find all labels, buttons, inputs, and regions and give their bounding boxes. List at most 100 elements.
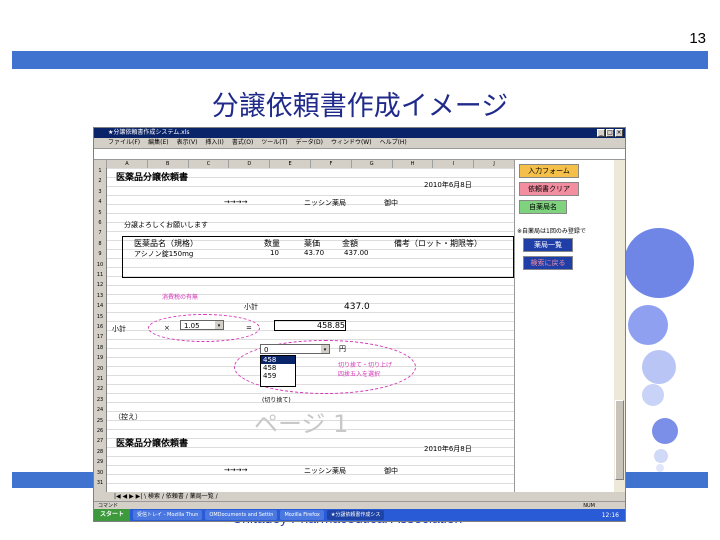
arrow-2: →→→→ <box>224 466 248 474</box>
decor-circle <box>652 418 678 444</box>
row-header[interactable]: 15 <box>94 314 106 320</box>
maximize-button[interactable]: □ <box>606 129 614 137</box>
item-amount[interactable]: 437.00 <box>344 249 369 257</box>
pharmacy-name: ニッシン薬局 <box>304 199 346 207</box>
row-header[interactable]: 14 <box>94 303 106 309</box>
rounding-options-list: 458 458 459 <box>260 355 296 387</box>
close-button[interactable]: × <box>615 129 623 137</box>
sheet-tabs[interactable]: |◀ ◀ ▶ ▶| \ 検索 / 依頼書 / 薬局一覧 / <box>94 492 625 501</box>
decor-circle <box>656 464 664 472</box>
row-header[interactable]: 26 <box>94 428 106 434</box>
row-header[interactable]: 8 <box>94 241 106 247</box>
header-note: 備考（ロット・期限等） <box>394 239 482 248</box>
rounding-note-2: 四捨五入を選択 <box>338 371 381 378</box>
date: 2010年6月8日 <box>424 181 472 189</box>
col-header[interactable]: D <box>228 160 269 168</box>
row-header[interactable]: 25 <box>94 418 106 424</box>
menu-data[interactable]: データ(D) <box>296 138 323 148</box>
row-header[interactable]: 5 <box>94 210 106 216</box>
start-button[interactable]: スタート <box>94 509 131 521</box>
item-qty[interactable]: 10 <box>270 249 279 257</box>
row-header[interactable]: 21 <box>94 376 106 382</box>
menu-view[interactable]: 表示(V) <box>177 138 198 148</box>
taskbar: スタート 受信トレイ - Mozilla Thun OMDocuments an… <box>94 509 625 521</box>
col-header[interactable]: E <box>269 160 310 168</box>
page-watermark: ページ 1 <box>254 410 349 438</box>
taskbar-item[interactable]: ★分譲依頼書作成シス <box>326 510 385 520</box>
taskbar-item[interactable]: 受信トレイ - Mozilla Thun <box>133 510 203 520</box>
col-header[interactable]: A <box>106 160 147 168</box>
row-header[interactable]: 9 <box>94 251 106 257</box>
row-header[interactable]: 10 <box>94 262 106 268</box>
chevron-down-icon[interactable]: ▾ <box>215 321 223 329</box>
panel-note: ※自薬局は1回のみ登録で <box>517 228 586 235</box>
menu-tools[interactable]: ツール(T) <box>261 138 287 148</box>
equals-sign: = <box>246 324 252 332</box>
row-header[interactable]: 22 <box>94 386 106 392</box>
col-header[interactable]: F <box>309 160 351 168</box>
formula-bar[interactable] <box>94 148 625 160</box>
row-header[interactable]: 11 <box>94 272 106 278</box>
decor-circle <box>654 449 668 463</box>
request-text: 分譲よろしくお願いします <box>124 221 208 229</box>
row-header[interactable]: 20 <box>94 366 106 372</box>
back-to-search-button[interactable]: 検索に戻る <box>523 256 573 270</box>
row-header[interactable]: 13 <box>94 293 106 299</box>
rounding-option[interactable]: 458 <box>261 364 295 372</box>
clear-button[interactable]: 依頼書クリア <box>519 182 579 196</box>
tax-rate-select[interactable]: 1.05 ▾ <box>180 320 224 330</box>
corner-cell[interactable] <box>94 160 106 168</box>
row-header[interactable]: 16 <box>94 324 106 330</box>
menu-help[interactable]: ヘルプ(H) <box>380 138 407 148</box>
col-header[interactable]: I <box>432 160 473 168</box>
menu-file[interactable]: ファイル(F) <box>108 138 140 148</box>
row-header[interactable]: 1 <box>94 168 106 174</box>
row-header[interactable]: 27 <box>94 438 106 444</box>
action-panel: 入力フォーム 依頼書クリア 自薬局名 ※自薬局は1回のみ登録で 薬局一覧 検索に… <box>514 160 615 492</box>
row-header[interactable]: 3 <box>94 189 106 195</box>
row-header[interactable]: 19 <box>94 355 106 361</box>
minimize-button[interactable]: _ <box>597 129 605 137</box>
row-header[interactable]: 6 <box>94 220 106 226</box>
input-form-button[interactable]: 入力フォーム <box>519 164 579 178</box>
taskbar-item[interactable]: OMDocuments and Settin <box>205 510 278 520</box>
row-header[interactable]: 23 <box>94 397 106 403</box>
honorific: 御中 <box>384 199 398 207</box>
row-header[interactable]: 17 <box>94 334 106 340</box>
menu-window[interactable]: ウィンドウ(W) <box>331 138 372 148</box>
row-header[interactable]: 30 <box>94 470 106 476</box>
row-header[interactable]: 24 <box>94 407 106 413</box>
row-header[interactable]: 28 <box>94 449 106 455</box>
decor-circle <box>642 384 664 406</box>
row-header[interactable]: 31 <box>94 480 106 486</box>
col-header[interactable]: B <box>146 160 188 168</box>
item-price[interactable]: 43.70 <box>304 249 324 257</box>
item-drug-name[interactable]: アシノン錠150mg <box>134 249 193 259</box>
row-header[interactable]: 18 <box>94 345 106 351</box>
rounding-select[interactable]: 0 ▾ <box>260 344 330 354</box>
col-header[interactable]: C <box>187 160 229 168</box>
rounding-option[interactable]: 459 <box>261 372 295 380</box>
taskbar-item[interactable]: Mozilla Firefox <box>280 510 324 520</box>
rounding-option[interactable]: 458 <box>261 356 295 364</box>
menu-insert[interactable]: 挿入(I) <box>205 138 223 148</box>
col-header[interactable]: G <box>350 160 392 168</box>
total-label: 小計 <box>112 325 126 333</box>
form-title-2: 医薬品分譲依頼書 <box>116 439 189 449</box>
pharmacy-list-button[interactable]: 薬局一覧 <box>523 238 573 252</box>
row-header[interactable]: 2 <box>94 178 106 184</box>
row-header[interactable]: 29 <box>94 459 106 465</box>
scroll-thumb[interactable] <box>615 400 624 480</box>
col-header[interactable]: J <box>473 160 514 168</box>
vertical-scrollbar[interactable] <box>614 160 625 492</box>
rounding-cut-label: (切り捨て) <box>262 397 291 404</box>
row-header[interactable]: 4 <box>94 199 106 205</box>
menu-edit[interactable]: 編集(E) <box>148 138 168 148</box>
drug-name-button[interactable]: 自薬局名 <box>519 200 567 214</box>
row-header[interactable]: 12 <box>94 282 106 288</box>
menu-format[interactable]: 書式(O) <box>232 138 253 148</box>
clock: 12:16 <box>601 511 619 519</box>
chevron-down-icon[interactable]: ▾ <box>321 345 329 353</box>
col-header[interactable]: H <box>391 160 433 168</box>
row-header[interactable]: 7 <box>94 230 106 236</box>
